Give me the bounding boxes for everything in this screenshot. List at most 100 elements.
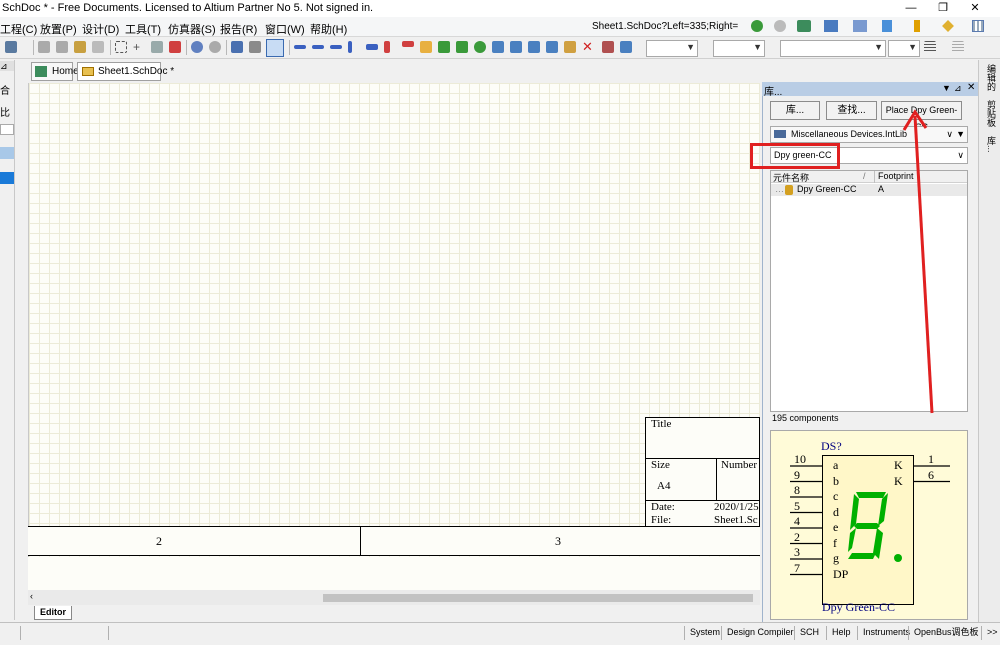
download-icon[interactable]: [882, 20, 892, 32]
copy-icon[interactable]: [56, 41, 68, 53]
grid-icon[interactable]: [972, 20, 984, 32]
left-list-item-selected[interactable]: [0, 172, 14, 184]
status-openbus[interactable]: OpenBus调色板: [908, 626, 979, 640]
menu-design[interactable]: 设计(D): [82, 21, 119, 37]
menu-help[interactable]: 帮助(H): [310, 21, 347, 37]
status-more[interactable]: >>: [981, 626, 998, 640]
toolbar-combo-1[interactable]: ▼: [646, 40, 698, 57]
harness-entry-icon[interactable]: [510, 41, 522, 53]
off-sheet-connector-icon[interactable]: [546, 41, 558, 53]
back-icon[interactable]: [751, 20, 763, 32]
left-list-item[interactable]: [0, 147, 14, 159]
highlight-box: [750, 143, 840, 169]
vcc-port-icon[interactable]: [402, 41, 414, 47]
toolbar-combo-2[interactable]: ▼: [713, 40, 765, 57]
deselect-icon[interactable]: [151, 41, 163, 53]
scroll-thumb[interactable]: [323, 594, 753, 602]
pin-label: a: [833, 458, 839, 472]
panel-pin-icon[interactable]: ⊿: [954, 83, 962, 94]
line-width-icon[interactable]: [924, 41, 936, 53]
left-pin-icon[interactable]: ⊿: [0, 61, 14, 71]
zone-label-3: 3: [555, 534, 561, 548]
maximize-button[interactable]: ❐: [928, 0, 958, 17]
status-system[interactable]: System: [684, 626, 720, 640]
browse-library-icon[interactable]: [266, 39, 284, 57]
gnd-port-icon[interactable]: [384, 41, 390, 53]
column-name[interactable]: 元件名称: [773, 171, 809, 184]
status-design-compiler[interactable]: Design Compiler: [721, 626, 794, 640]
no-erc-icon[interactable]: ✕: [582, 40, 594, 53]
rubber-stamp-icon[interactable]: [92, 41, 104, 53]
menu-simulator[interactable]: 仿真器(S): [168, 21, 216, 37]
pin-label: c: [833, 489, 839, 503]
tab-home[interactable]: Home: [31, 62, 79, 81]
text-frame-icon[interactable]: [620, 41, 632, 53]
select-area-icon[interactable]: [115, 41, 127, 53]
left-combo[interactable]: [0, 124, 14, 135]
toolbar-separator: [33, 40, 34, 55]
cut-icon[interactable]: [38, 41, 50, 53]
menu-window[interactable]: 窗口(W): [265, 21, 305, 37]
directive-icon[interactable]: [564, 41, 576, 53]
sheet-entry-icon[interactable]: [456, 41, 468, 53]
status-help[interactable]: Help: [826, 626, 851, 640]
minimize-button[interactable]: —: [896, 0, 926, 17]
bus-icon[interactable]: [312, 45, 324, 49]
net-label-icon[interactable]: [366, 44, 378, 50]
panel-menu-icon[interactable]: ▼: [942, 83, 951, 93]
signal-harness-icon[interactable]: [330, 45, 342, 49]
panel-close-icon[interactable]: ✕: [967, 82, 975, 93]
scroll-left-icon[interactable]: ‹: [30, 591, 33, 601]
toolbar-combo-4[interactable]: ▼: [888, 40, 920, 57]
hierarchy-icon[interactable]: [231, 41, 243, 53]
clear-filter-icon[interactable]: [169, 41, 181, 53]
dock-tab-clipboard[interactable]: 剪贴板: [982, 100, 998, 127]
move-icon[interactable]: +: [133, 41, 145, 53]
device-sheet-icon[interactable]: [474, 41, 486, 53]
sheet-symbol-icon[interactable]: [438, 41, 450, 53]
schematic-icon: [82, 67, 94, 76]
location-field[interactable]: Sheet1.SchDoc?Left=335;Right=: [592, 19, 746, 35]
horizontal-scrollbar[interactable]: ‹: [28, 590, 760, 605]
filter-dropdown-icon[interactable]: ∨: [957, 148, 964, 163]
cross-probe-icon[interactable]: [249, 41, 261, 53]
port-icon[interactable]: [528, 41, 540, 53]
menu-tools[interactable]: 工具(T): [125, 21, 161, 37]
bus-entry-icon[interactable]: [348, 41, 352, 53]
status-sch[interactable]: SCH: [794, 626, 819, 640]
toolbar-combo-3[interactable]: ▼: [780, 40, 886, 57]
toolbar-separator: [110, 40, 111, 55]
undo-icon[interactable]: [191, 41, 203, 53]
paste-icon[interactable]: [74, 41, 86, 53]
canvas-lower-area[interactable]: [28, 557, 760, 590]
pin-icon[interactable]: [914, 20, 920, 32]
status-instruments[interactable]: Instruments: [857, 626, 910, 640]
part-icon[interactable]: [420, 41, 432, 53]
highlight-arrow: [902, 109, 934, 414]
title-label: Title: [651, 418, 672, 430]
libraries-button[interactable]: 库...: [770, 101, 820, 120]
dock-tab-favorites[interactable]: 编辑的: [982, 64, 998, 91]
compile-mask-icon[interactable]: [602, 41, 614, 53]
sort-icon[interactable]: /: [863, 171, 866, 181]
wire-icon[interactable]: [294, 45, 306, 49]
tab-sheet1[interactable]: Sheet1.SchDoc *: [77, 62, 174, 81]
dropdown-arrow-icon[interactable]: ▼: [956, 127, 965, 142]
tasks-icon[interactable]: [853, 20, 867, 32]
line-style-icon[interactable]: [952, 41, 964, 53]
editor-tab-bar: [28, 605, 760, 622]
undo-history-icon[interactable]: [5, 41, 17, 53]
dock-tab-libraries[interactable]: 库...: [982, 136, 998, 153]
close-button[interactable]: ✕: [960, 0, 990, 17]
chart-icon[interactable]: [824, 20, 838, 32]
redo-icon[interactable]: [209, 41, 221, 53]
editor-tab[interactable]: Editor: [34, 606, 72, 620]
pin-label: d: [833, 504, 839, 519]
harness-connector-icon[interactable]: [492, 41, 504, 53]
menu-place[interactable]: 放置(P): [40, 21, 77, 37]
menu-project[interactable]: 工程(C): [0, 21, 37, 37]
menu-reports[interactable]: 报告(R): [220, 21, 257, 37]
home-nav-icon[interactable]: [797, 20, 811, 32]
pin-number: 8: [794, 483, 800, 497]
forward-icon[interactable]: [774, 20, 786, 32]
